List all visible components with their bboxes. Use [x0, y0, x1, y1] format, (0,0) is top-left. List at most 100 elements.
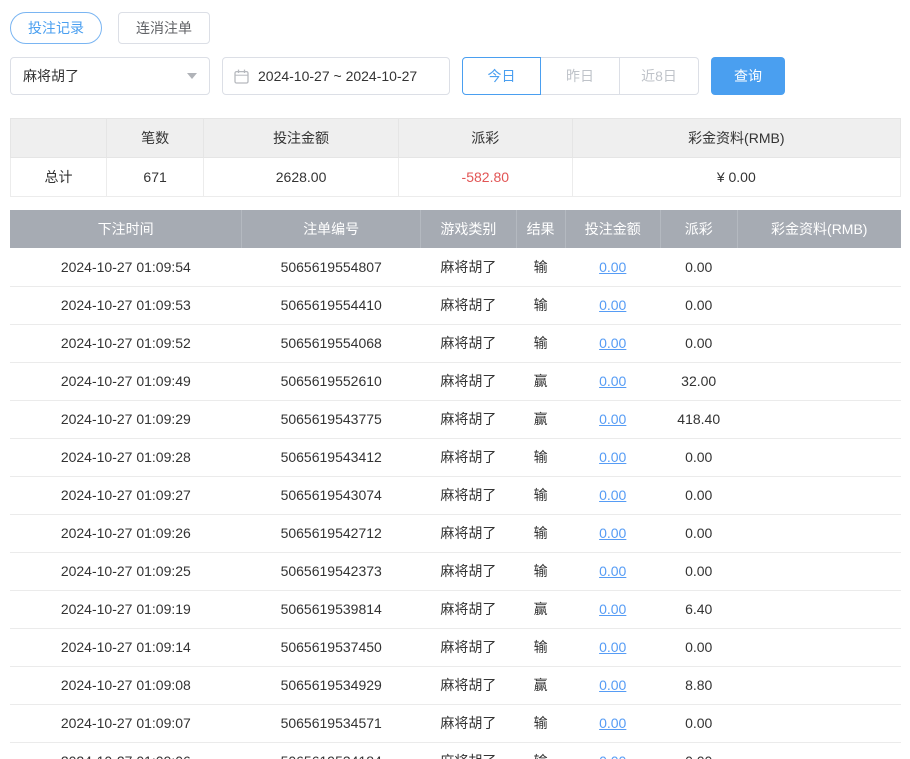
payout-cell: 32.00	[660, 362, 737, 400]
bet-amount-cell: 0.00	[565, 438, 660, 476]
jackpot-cell	[737, 324, 901, 362]
bet-amount-link[interactable]: 0.00	[599, 677, 626, 693]
result-cell: 输	[516, 286, 565, 324]
tab-bet-records[interactable]: 投注记录	[10, 12, 102, 44]
quick-filter-today[interactable]: 今日	[462, 57, 541, 95]
bet-amount-cell: 0.00	[565, 248, 660, 286]
bet-time-cell: 2024-10-27 01:09:06	[10, 742, 242, 759]
order-id-cell: 5065619537450	[242, 628, 421, 666]
page: 投注记录 连消注单 麻将胡了 2024-10-27 ~ 2024-10-27 今…	[0, 0, 910, 759]
bet-amount-cell: 0.00	[565, 476, 660, 514]
order-id-cell: 5065619554410	[242, 286, 421, 324]
bet-amount-link[interactable]: 0.00	[599, 411, 626, 427]
bet-time-cell: 2024-10-27 01:09:07	[10, 704, 242, 742]
jackpot-cell	[737, 400, 901, 438]
bet-amount-link[interactable]: 0.00	[599, 753, 626, 759]
result-cell: 输	[516, 552, 565, 590]
result-cell: 赢	[516, 362, 565, 400]
chevron-down-icon	[187, 73, 197, 79]
order-id-cell: 5065619554807	[242, 248, 421, 286]
tab-cancelled-orders[interactable]: 连消注单	[118, 12, 210, 44]
bet-amount-cell: 0.00	[565, 590, 660, 628]
bet-amount-cell: 0.00	[565, 742, 660, 759]
bet-amount-link[interactable]: 0.00	[599, 601, 626, 617]
bet-table-body: 2024-10-27 01:09:54 5065619554807 麻将胡了 输…	[10, 248, 901, 759]
payout-cell: 0.00	[660, 742, 737, 759]
result-cell: 输	[516, 742, 565, 759]
jackpot-cell	[737, 628, 901, 666]
bet-amount-link[interactable]: 0.00	[599, 259, 626, 275]
table-row: 2024-10-27 01:09:28 5065619543412 麻将胡了 输…	[10, 438, 901, 476]
payout-cell: 8.80	[660, 666, 737, 704]
result-cell: 输	[516, 476, 565, 514]
game-type-cell: 麻将胡了	[421, 362, 516, 400]
date-range-value: 2024-10-27 ~ 2024-10-27	[258, 68, 417, 84]
table-row: 2024-10-27 01:09:19 5065619539814 麻将胡了 赢…	[10, 590, 901, 628]
date-range-input[interactable]: 2024-10-27 ~ 2024-10-27	[222, 57, 450, 95]
game-type-cell: 麻将胡了	[421, 248, 516, 286]
payout-cell: 0.00	[660, 704, 737, 742]
table-row: 2024-10-27 01:09:49 5065619552610 麻将胡了 赢…	[10, 362, 901, 400]
result-cell: 输	[516, 514, 565, 552]
order-id-cell: 5065619552610	[242, 362, 421, 400]
jackpot-cell	[737, 590, 901, 628]
header-bet-amount: 投注金额	[565, 210, 660, 248]
jackpot-cell	[737, 514, 901, 552]
jackpot-cell	[737, 362, 901, 400]
payout-cell: 0.00	[660, 438, 737, 476]
bet-amount-cell: 0.00	[565, 324, 660, 362]
table-row: 2024-10-27 01:09:29 5065619543775 麻将胡了 赢…	[10, 400, 901, 438]
result-cell: 输	[516, 248, 565, 286]
bet-time-cell: 2024-10-27 01:09:19	[10, 590, 242, 628]
game-type-cell: 麻将胡了	[421, 438, 516, 476]
table-row: 2024-10-27 01:09:54 5065619554807 麻将胡了 输…	[10, 248, 901, 286]
top-tabs: 投注记录 连消注单	[10, 12, 901, 44]
bet-time-cell: 2024-10-27 01:09:53	[10, 286, 242, 324]
bet-amount-link[interactable]: 0.00	[599, 335, 626, 351]
bet-amount-link[interactable]: 0.00	[599, 563, 626, 579]
summary-total-row: 总计 671 2628.00 -582.80 ¥ 0.00	[11, 158, 901, 197]
summary-header-bet-amount: 投注金额	[204, 119, 399, 158]
game-type-cell: 麻将胡了	[421, 590, 516, 628]
bet-records-table: 下注时间 注单编号 游戏类别 结果 投注金额 派彩 彩金资料(RMB) 2024…	[10, 210, 901, 759]
table-row: 2024-10-27 01:09:27 5065619543074 麻将胡了 输…	[10, 476, 901, 514]
summary-count: 671	[107, 158, 204, 197]
quick-filter-yesterday[interactable]: 昨日	[541, 57, 620, 95]
order-id-cell: 5065619543775	[242, 400, 421, 438]
summary-jackpot: ¥ 0.00	[572, 158, 900, 197]
bet-amount-cell: 0.00	[565, 666, 660, 704]
bet-amount-cell: 0.00	[565, 400, 660, 438]
result-cell: 赢	[516, 590, 565, 628]
bet-amount-link[interactable]: 0.00	[599, 297, 626, 313]
bet-time-cell: 2024-10-27 01:09:14	[10, 628, 242, 666]
bet-time-cell: 2024-10-27 01:09:25	[10, 552, 242, 590]
jackpot-cell	[737, 704, 901, 742]
jackpot-cell	[737, 552, 901, 590]
bet-amount-link[interactable]: 0.00	[599, 449, 626, 465]
bet-time-cell: 2024-10-27 01:09:26	[10, 514, 242, 552]
bet-amount-link[interactable]: 0.00	[599, 715, 626, 731]
order-id-cell: 5065619539814	[242, 590, 421, 628]
summary-bet-amount: 2628.00	[204, 158, 399, 197]
result-cell: 输	[516, 628, 565, 666]
table-row: 2024-10-27 01:09:14 5065619537450 麻将胡了 输…	[10, 628, 901, 666]
quick-date-filter-group: 今日 昨日 近8日	[462, 57, 699, 95]
table-row: 2024-10-27 01:09:25 5065619542373 麻将胡了 输…	[10, 552, 901, 590]
bet-time-cell: 2024-10-27 01:09:29	[10, 400, 242, 438]
summary-header-payout: 派彩	[399, 119, 573, 158]
bet-amount-link[interactable]: 0.00	[599, 525, 626, 541]
quick-filter-last-8-days[interactable]: 近8日	[620, 57, 699, 95]
bet-amount-link[interactable]: 0.00	[599, 373, 626, 389]
summary-table: 笔数 投注金额 派彩 彩金资料(RMB) 总计 671 2628.00 -582…	[10, 118, 901, 197]
summary-header-count: 笔数	[107, 119, 204, 158]
result-cell: 输	[516, 324, 565, 362]
payout-cell: 0.00	[660, 628, 737, 666]
game-select[interactable]: 麻将胡了	[10, 57, 210, 95]
bet-amount-link[interactable]: 0.00	[599, 487, 626, 503]
payout-cell: 418.40	[660, 400, 737, 438]
table-row: 2024-10-27 01:09:53 5065619554410 麻将胡了 输…	[10, 286, 901, 324]
query-button[interactable]: 查询	[711, 57, 785, 95]
jackpot-cell	[737, 666, 901, 704]
bet-amount-link[interactable]: 0.00	[599, 639, 626, 655]
jackpot-cell	[737, 742, 901, 759]
